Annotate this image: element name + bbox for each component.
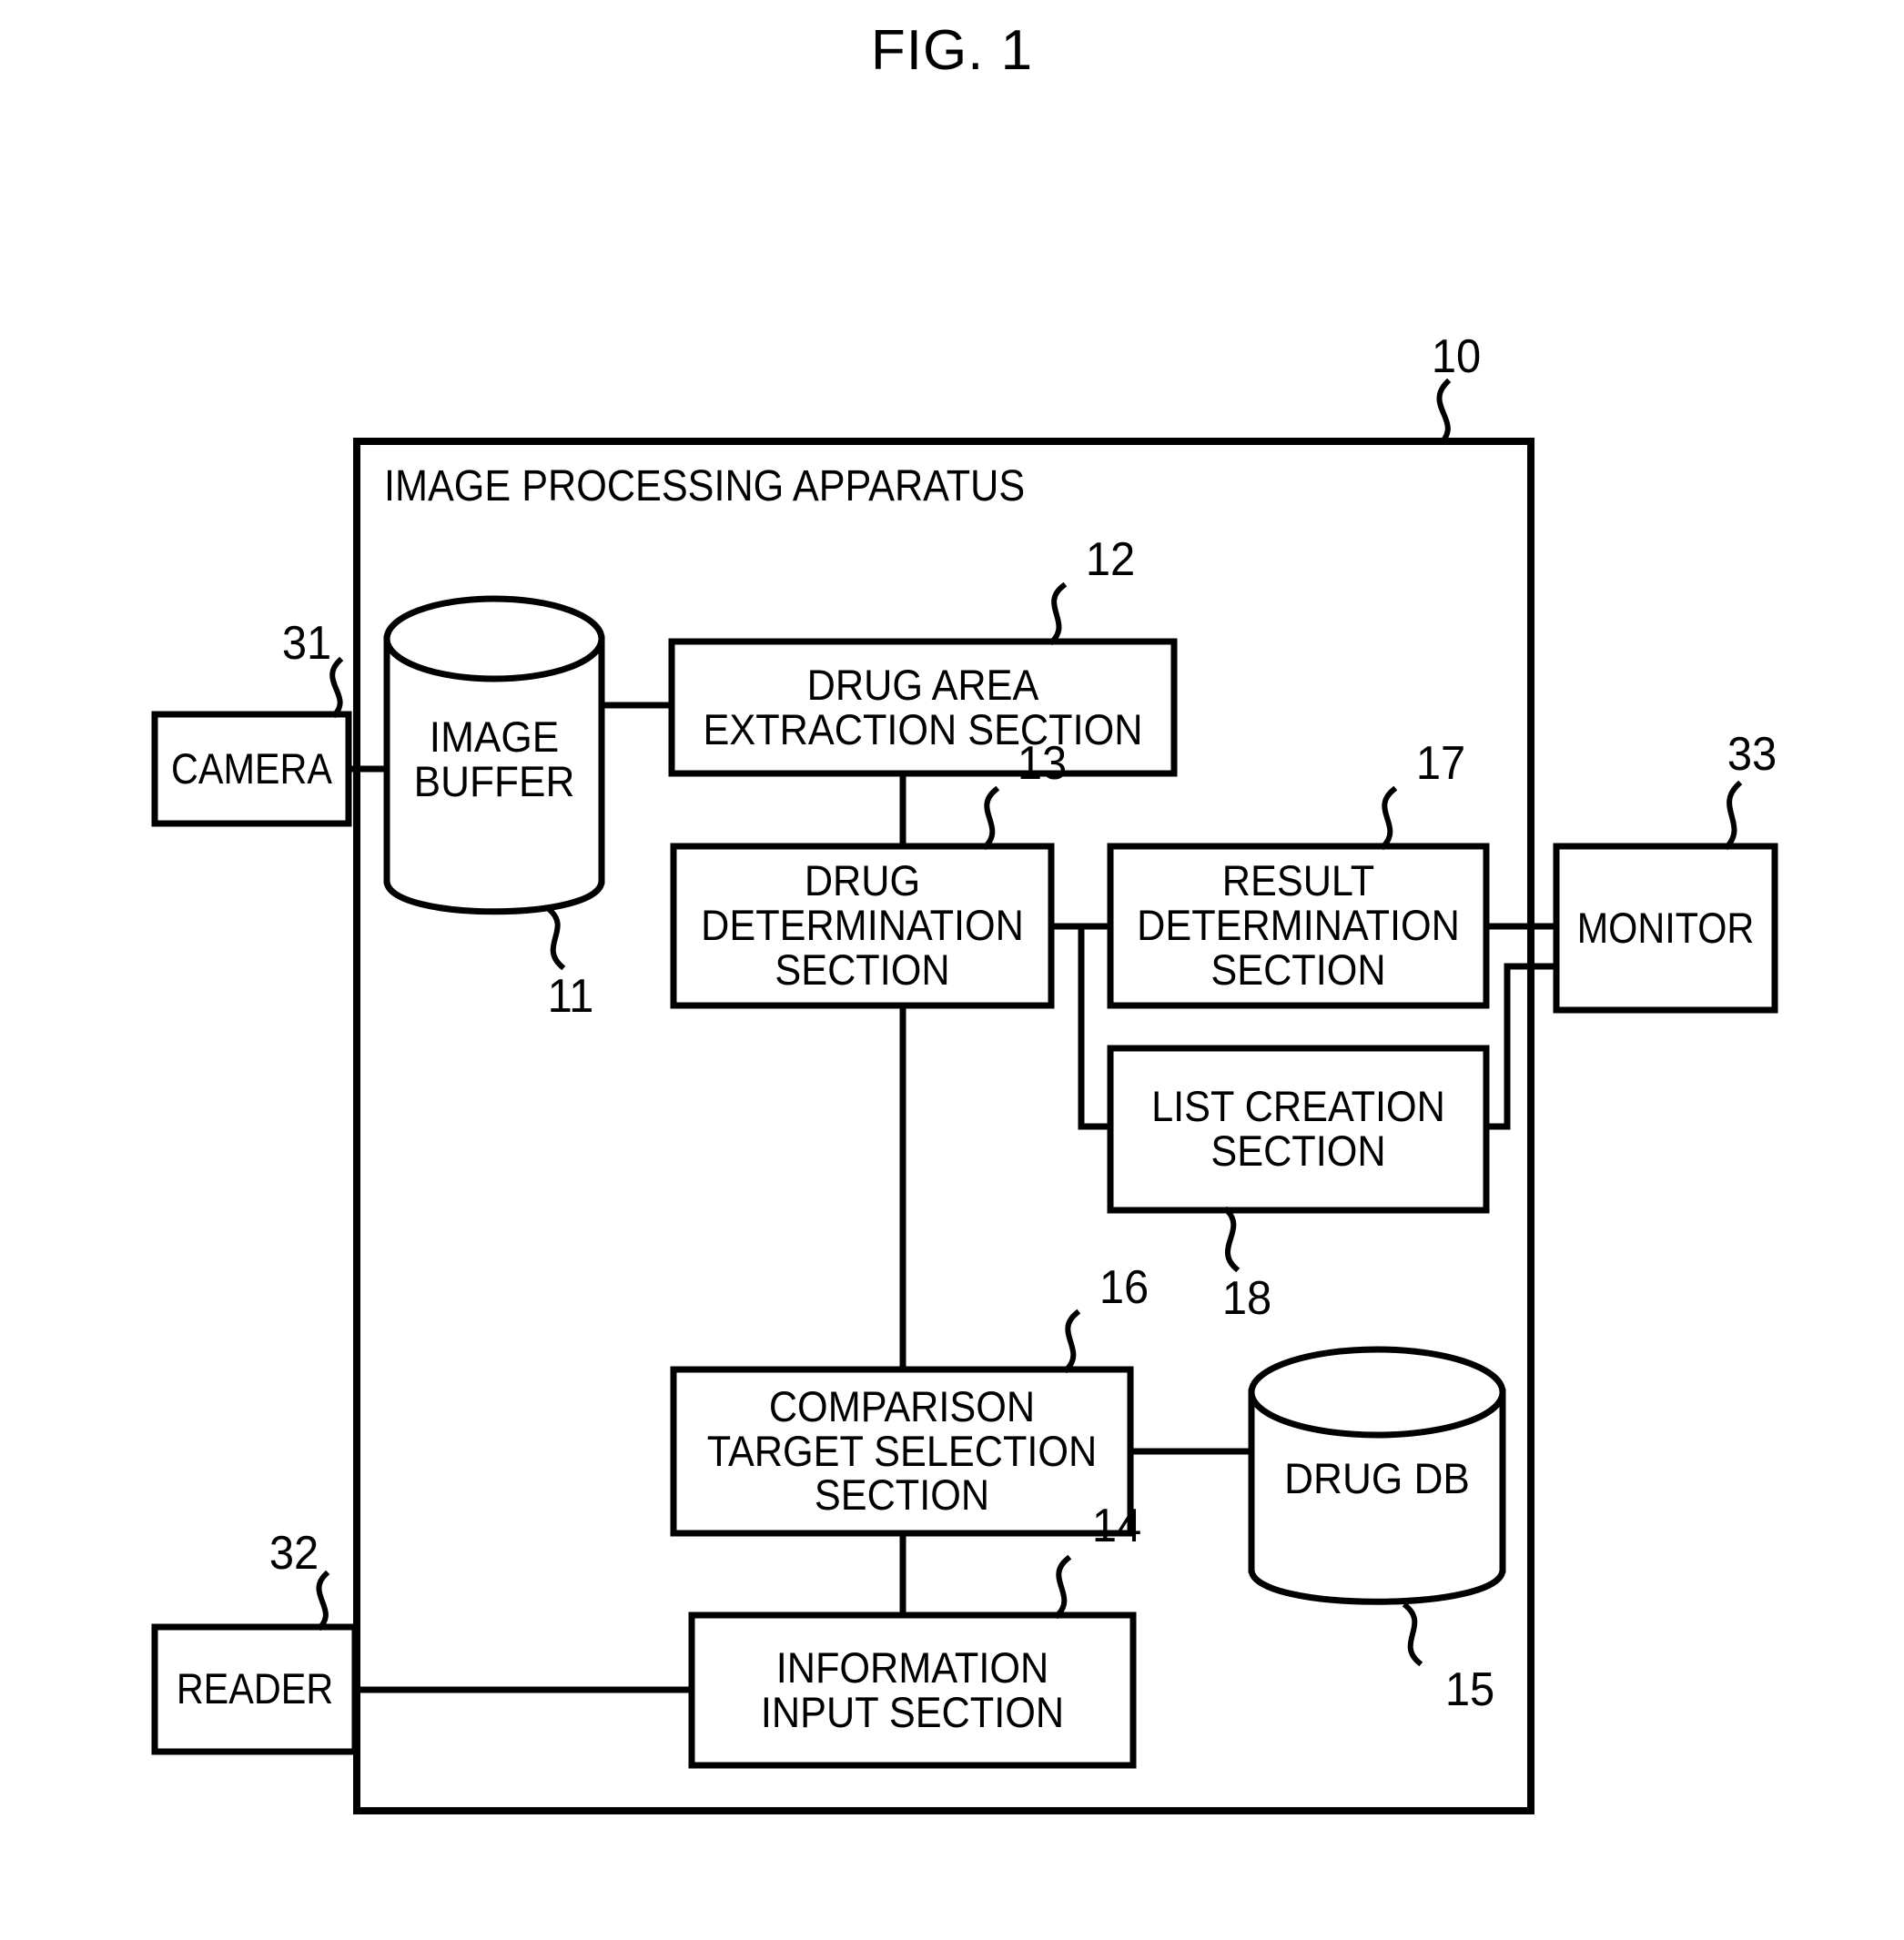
image-buffer-label: IMAGE BUFFER	[413, 712, 575, 805]
leader-17	[1379, 785, 1398, 851]
leader-12	[1048, 581, 1068, 646]
leader-33	[1723, 780, 1743, 851]
ref-12: 12	[1085, 533, 1136, 586]
list-creation-label: LIST CREATION SECTION	[1151, 1082, 1445, 1175]
link-determination-bus	[1048, 923, 1114, 1130]
ref-10: 10	[1431, 330, 1482, 383]
ref-32: 32	[268, 1527, 319, 1580]
leader-31	[329, 656, 344, 719]
leader-10	[1436, 378, 1452, 446]
leader-13	[981, 785, 1000, 851]
ref-16: 16	[1099, 1261, 1149, 1314]
result-determination-label: RESULT DETERMINATION SECTION	[1137, 856, 1460, 994]
ref-31: 31	[281, 617, 332, 670]
leader-18	[1222, 1206, 1241, 1273]
camera-label: CAMERA	[171, 743, 332, 793]
drug-db-label: DRUG DB	[1284, 1453, 1470, 1502]
ref-15: 15	[1444, 1663, 1495, 1716]
comparison-target-selection-label: COMPARISON TARGET SELECTION SECTION	[706, 1381, 1098, 1520]
drug-area-extraction-label: DRUG AREA EXTRACTION SECTION	[703, 660, 1143, 753]
leader-16	[1062, 1308, 1081, 1374]
reader-label: READER	[176, 1664, 334, 1713]
ref-14: 14	[1091, 1500, 1142, 1552]
leader-11	[545, 905, 566, 971]
leader-14	[1053, 1554, 1072, 1620]
ref-18: 18	[1221, 1272, 1272, 1325]
drug-determination-label: DRUG DETERMINATION SECTION	[701, 856, 1024, 994]
leader-15	[1402, 1602, 1423, 1667]
patent-figure: FIG. 1 IMAGE PROCESSING APPARATUS 10 CAM…	[0, 0, 1904, 1940]
leader-32	[316, 1570, 330, 1632]
ref-13: 13	[1017, 737, 1068, 790]
monitor-label: MONITOR	[1576, 903, 1755, 952]
apparatus-title: IMAGE PROCESSING APPARATUS	[384, 462, 1026, 511]
ref-11: 11	[547, 970, 594, 1023]
ref-33: 33	[1727, 728, 1777, 781]
information-input-label: INFORMATION INPUT SECTION	[760, 1642, 1065, 1736]
ref-17: 17	[1415, 737, 1466, 790]
link-list-monitor	[1483, 963, 1560, 1130]
